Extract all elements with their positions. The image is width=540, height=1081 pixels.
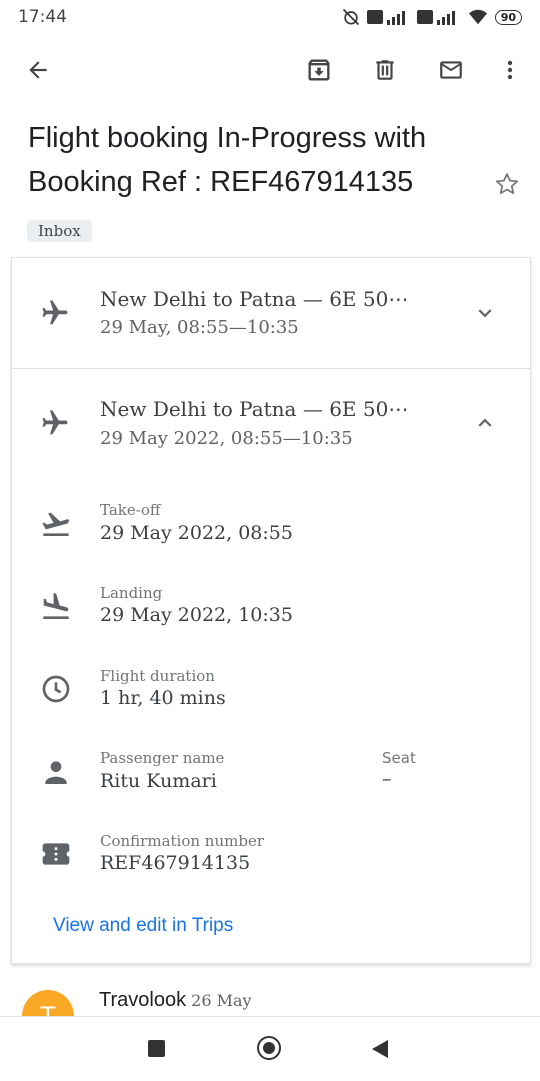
archive-icon <box>308 59 330 81</box>
mail-icon <box>440 61 462 79</box>
flight-landing-icon <box>43 593 69 619</box>
email-subject: Flight booking In-Progress with Booking … <box>28 122 427 198</box>
seat-value: – <box>382 768 392 790</box>
star-button[interactable] <box>483 160 531 208</box>
home-button-center <box>263 1042 275 1054</box>
back-button[interactable] <box>14 46 62 94</box>
ticket-icon <box>42 843 70 865</box>
next-message-header: Travolook 26 May <box>99 989 252 1012</box>
person-icon <box>45 761 67 784</box>
home-button[interactable] <box>257 1036 281 1060</box>
takeoff-value: 29 May 2022, 08:55 <box>100 522 293 544</box>
airplane-icon <box>42 300 68 325</box>
status-bar: 17:44 90 <box>0 0 540 34</box>
sender-name: Travolook <box>99 989 187 1011</box>
flight-row-collapsed[interactable]: New Delhi to Patna — 6E 50⋯ 29 May, 08:5… <box>12 258 530 368</box>
volte-signal-icon <box>366 10 405 25</box>
confirmation-value: REF467914135 <box>100 852 251 874</box>
alarm-off-icon <box>342 8 359 26</box>
clock-icon <box>42 675 70 703</box>
flight-route-title: New Delhi to Patna — 6E 50⋯ <box>100 397 409 421</box>
star-outline-icon <box>495 173 519 194</box>
system-nav-bar <box>0 1016 540 1081</box>
more-options-button[interactable] <box>486 46 534 94</box>
view-edit-trips-link[interactable]: View and edit in Trips <box>53 915 233 937</box>
flight-takeoff-icon <box>42 512 70 536</box>
passenger-value: Ritu Kumari <box>100 770 217 792</box>
mark-unread-button[interactable] <box>427 46 475 94</box>
message-date: 26 May <box>191 991 252 1010</box>
trash-icon <box>376 60 394 80</box>
status-time: 17:44 <box>18 7 67 27</box>
airplane-icon <box>42 410 68 435</box>
volte-signal-2-icon <box>416 10 455 25</box>
duration-value: 1 hr, 40 mins <box>100 687 226 709</box>
takeoff-label: Take-off <box>100 501 161 519</box>
delete-button[interactable] <box>361 46 409 94</box>
seat-label: Seat <box>382 749 416 767</box>
sender-avatar: T <box>22 990 74 1016</box>
landing-label: Landing <box>100 584 163 602</box>
archive-button[interactable] <box>295 46 343 94</box>
chevron-up-icon[interactable] <box>472 410 498 436</box>
flight-time-subtitle: 29 May, 08:55—10:35 <box>100 317 299 338</box>
flight-route-title: New Delhi to Patna — 6E 50⋯ <box>100 287 409 311</box>
battery-indicator: 90 <box>494 9 522 25</box>
chevron-down-icon[interactable] <box>472 300 498 326</box>
status-icons: 90 <box>341 7 522 27</box>
flight-time-subtitle: 29 May 2022, 08:55—10:35 <box>100 428 353 449</box>
arrow-back-icon <box>29 61 47 79</box>
confirmation-label: Confirmation number <box>100 832 264 850</box>
next-message-row[interactable]: T Travolook 26 May <box>0 985 540 1016</box>
back-nav-icon[interactable] <box>370 1038 390 1060</box>
recents-button[interactable] <box>148 1040 165 1057</box>
wifi-icon <box>468 9 487 25</box>
flight-card: New Delhi to Patna — 6E 50⋯ 29 May, 08:5… <box>11 257 531 964</box>
passenger-label: Passenger name <box>100 749 225 767</box>
duration-label: Flight duration <box>100 667 215 685</box>
landing-value: 29 May 2022, 10:35 <box>100 604 293 626</box>
flight-row-expanded[interactable]: New Delhi to Patna — 6E 50⋯ 29 May 2022,… <box>12 369 530 474</box>
more-vert-icon <box>507 60 513 80</box>
inbox-label-chip[interactable]: Inbox <box>27 220 92 242</box>
